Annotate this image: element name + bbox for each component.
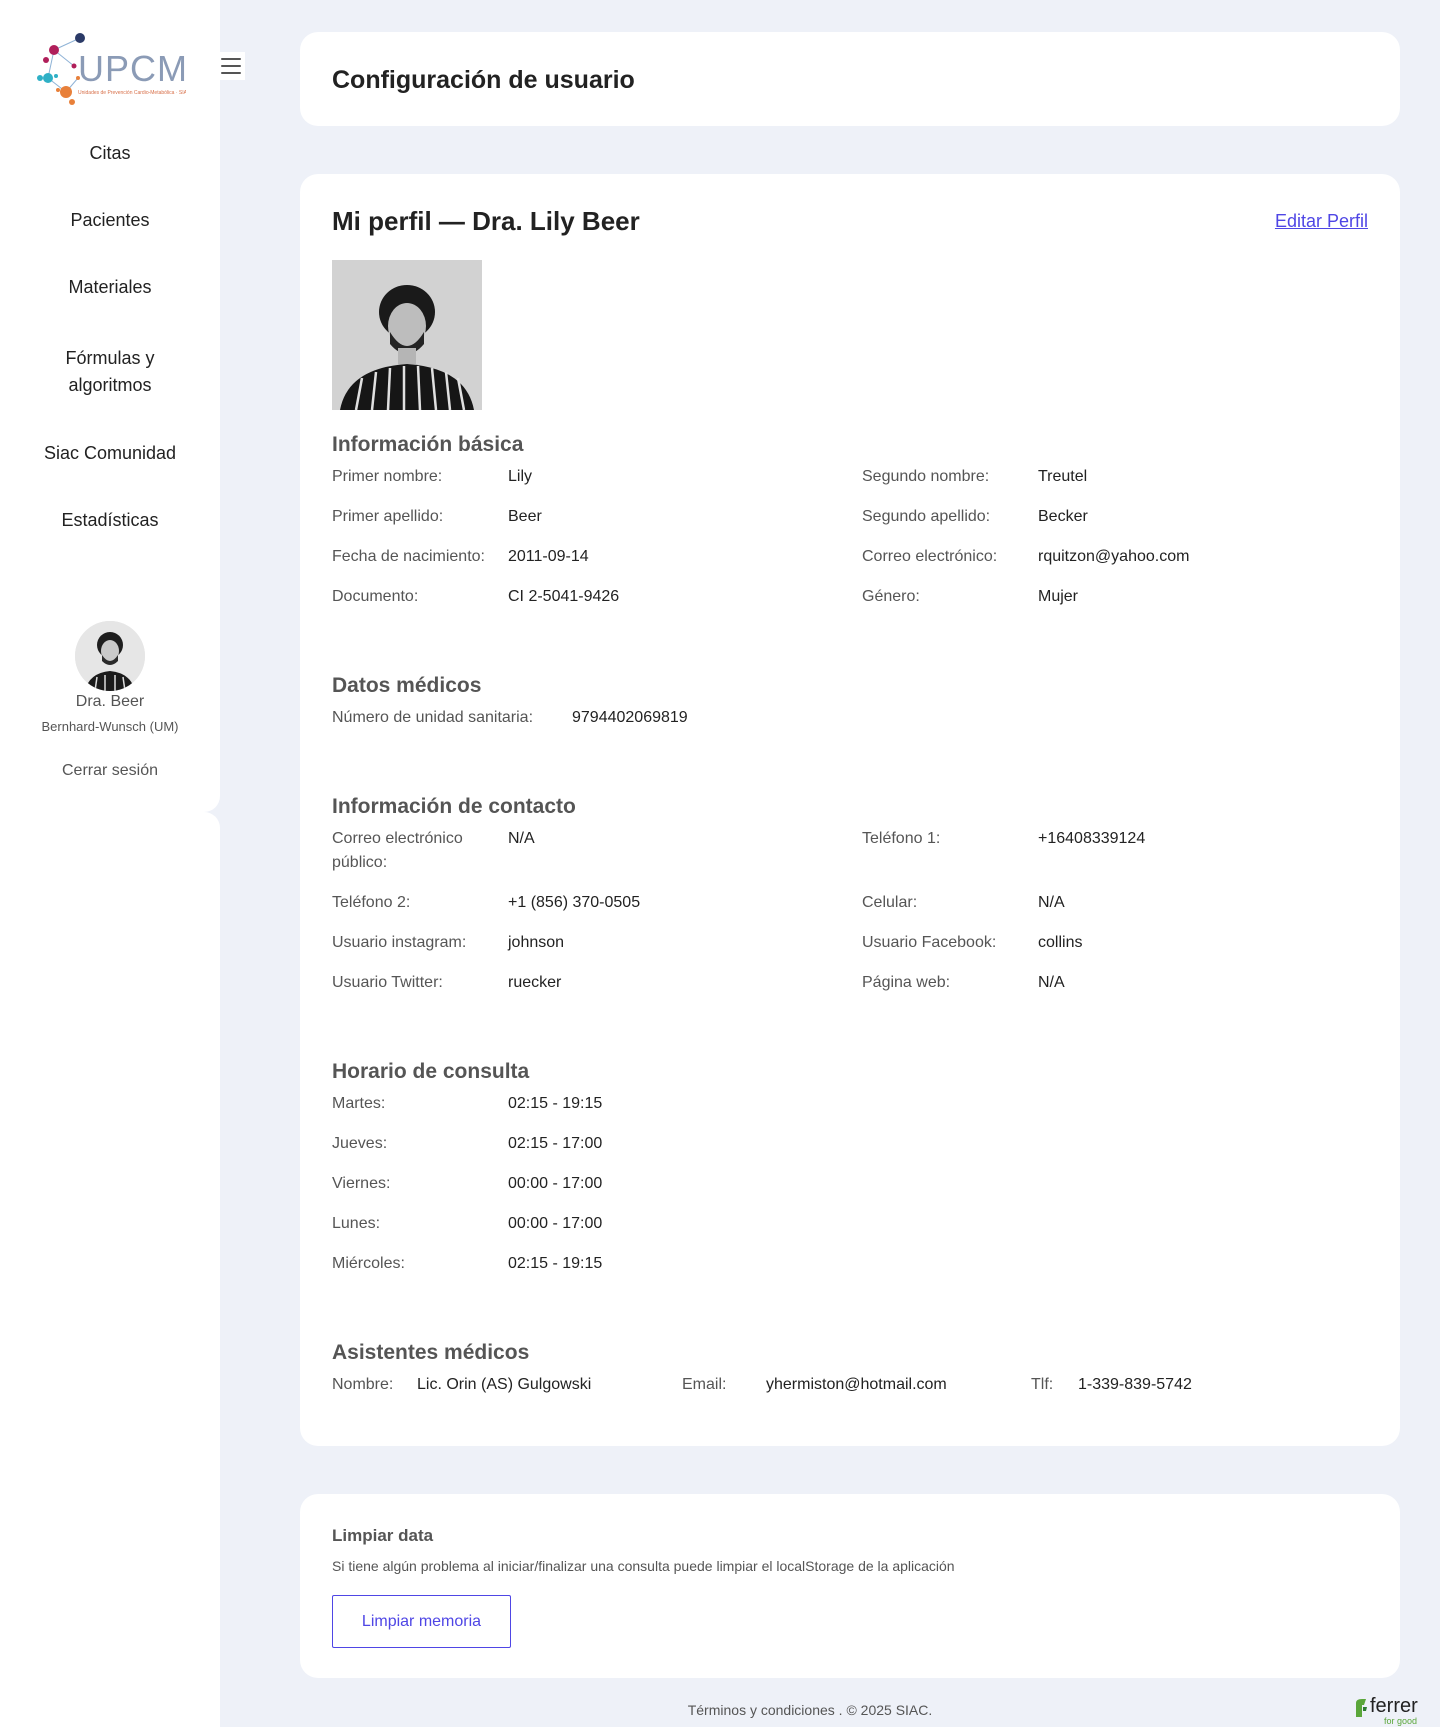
section-basic-info: Información básica [332,433,524,456]
logout-button[interactable]: Cerrar sesión [0,762,220,780]
sidebar-user-name: Dra. Beer [75,693,145,710]
upcm-logo[interactable]: UPCM Unidades de Prevención Cardio-Metab… [36,30,188,112]
sidebar-user-org: Bernhard-Wunsch (UM) [41,719,179,734]
page-header: Configuración de usuario [300,32,1400,126]
document-label: Documento: [332,588,419,605]
clean-data-title: Limpiar data [332,1526,434,1545]
instagram-label: Usuario instagram: [332,934,467,951]
section-schedule: Horario de consulta [332,1060,530,1083]
mobile-value: N/A [1038,894,1065,911]
section-assistants: Asistentes médicos [332,1341,530,1364]
schedule-hours: 02:15 - 19:15 [508,1095,603,1112]
sidebar-item-pacientes[interactable]: Pacientes [0,207,220,234]
second-last-name-value: Becker [1038,508,1088,525]
public-email-label: Correo electrónico público: [332,830,463,871]
schedule-day: Jueves: [332,1135,388,1152]
ferrer-tagline: for good [1384,1716,1418,1726]
ferrer-brand: ferrer [1370,1695,1418,1717]
profile-card: Mi perfil — Dra. Lily Beer Editar Perfil… [300,174,1400,1446]
birth-date-value: 2011-09-14 [508,548,589,565]
schedule-day: Viernes: [332,1175,391,1192]
schedule-day: Martes: [332,1095,386,1112]
assistant-phone-value: 1-339-839-5742 [1078,1376,1192,1393]
schedule-day: Lunes: [332,1215,381,1232]
avatar[interactable] [75,621,145,691]
logo-text: UPCM [78,48,188,89]
phone2-value: +1 (856) 370-0505 [508,894,641,911]
user-portrait-icon [75,621,145,691]
last-name-label: Primer apellido: [332,508,444,525]
last-name-value: Beer [508,508,542,525]
gender-value: Mujer [1038,588,1079,605]
middle-name-value: Treutel [1038,468,1088,485]
second-last-name-label: Segundo apellido: [862,508,991,525]
first-name-value: Lily [508,468,533,485]
edit-profile-link[interactable]: Editar Perfil [1275,211,1368,232]
schedule-hours: 02:15 - 17:00 [508,1135,603,1152]
assistant-name-value: Lic. Orin (AS) Gulgowski [417,1376,592,1393]
middle-name-label: Segundo nombre: [862,468,990,485]
assistant-phone-label: Tlf: [1031,1376,1054,1393]
public-email-value: N/A [508,830,535,847]
clear-memory-button[interactable]: Limpiar memoria [332,1595,511,1648]
assistant-email-label: Email: [682,1376,727,1393]
menu-toggle-icon[interactable] [217,52,245,80]
clean-data-description: Si tiene algún problema al iniciar/final… [332,1558,955,1574]
mobile-label: Celular: [862,894,918,911]
profile-title: Mi perfil — Dra. Lily Beer [332,206,640,236]
document-value: CI 2-5041-9426 [508,588,620,605]
first-name-label: Primer nombre: [332,468,443,485]
facebook-value: collins [1038,934,1083,951]
gender-label: Género: [862,588,920,605]
email-value: rquitzon@yahoo.com [1038,548,1190,565]
website-label: Página web: [862,974,951,991]
sidebar-item-estadisticas[interactable]: Estadísticas [0,507,220,534]
instagram-value: johnson [508,934,565,951]
schedule-hours: 02:15 - 19:15 [508,1255,603,1272]
clean-data-card: Limpiar data Si tiene algún problema al … [300,1494,1400,1678]
phone2-label: Teléfono 2: [332,894,411,911]
birth-date-label: Fecha de nacimiento: [332,548,485,565]
website-value: N/A [1038,974,1065,991]
email-label: Correo electrónico: [862,548,998,565]
twitter-value: ruecker [508,974,562,991]
assistant-name-label: Nombre: [332,1376,394,1393]
profile-photo [332,260,482,410]
logo-subtitle: Unidades de Prevención Cardio-Metabólica… [78,90,186,96]
health-unit-value: 9794402069819 [572,709,688,726]
phone1-value: +16408339124 [1038,830,1146,847]
facebook-label: Usuario Facebook: [862,934,997,951]
schedule-hours: 00:00 - 17:00 [508,1175,603,1192]
footer-terms-link[interactable]: Términos y condiciones . © 2025 SIAC. [220,1702,1400,1718]
schedule-hours: 00:00 - 17:00 [508,1215,603,1232]
section-contact-info: Información de contacto [332,795,576,818]
section-medical-data: Datos médicos [332,674,482,697]
sidebar-item-citas[interactable]: Citas [0,140,220,167]
profile-portrait-icon [332,260,482,410]
sidebar-lower-panel [0,812,220,1727]
schedule-day: Miércoles: [332,1255,405,1272]
health-unit-label: Número de unidad sanitaria: [332,709,534,726]
assistant-email-value: yhermiston@hotmail.com [766,1376,947,1393]
twitter-label: Usuario Twitter: [332,974,443,991]
sidebar-item-formulas[interactable]: Fórmulas y algoritmos [0,345,220,399]
sidebar-item-siac-comunidad[interactable]: Siac Comunidad [0,440,220,467]
phone1-label: Teléfono 1: [862,830,941,847]
sidebar-item-materiales[interactable]: Materiales [0,274,220,301]
ferrer-logo: ferrer for good [1354,1695,1426,1726]
page-title: Configuración de usuario [332,66,635,94]
